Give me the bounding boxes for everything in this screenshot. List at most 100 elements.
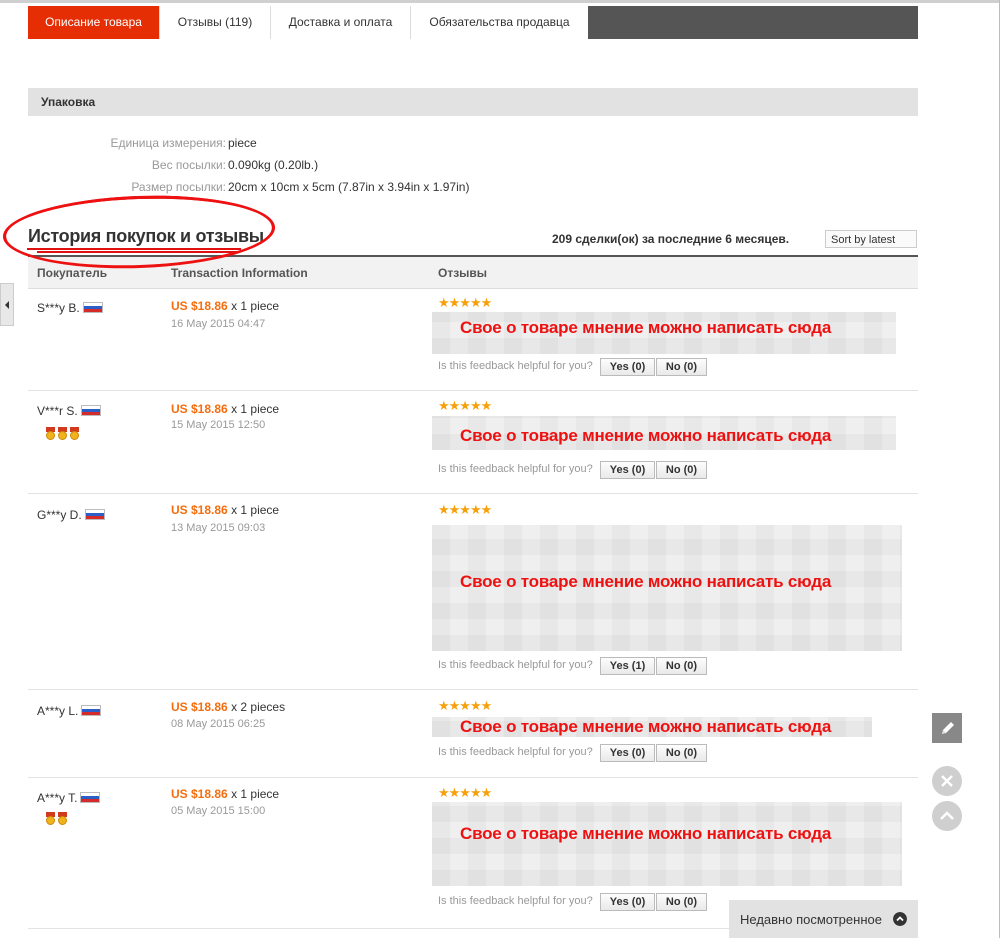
- annotation-text: Свое о товаре мнение можно написать сюда: [460, 572, 832, 591]
- top-border: [0, 0, 1000, 3]
- transaction-date: 13 May 2015 09:03: [171, 522, 266, 534]
- no-button[interactable]: No (0): [656, 461, 707, 479]
- buyer-medals: [45, 812, 69, 828]
- rating-stars: ★★★★★: [438, 398, 492, 413]
- review-row: G***y D. US $18.86 x 1 piece 13 May 2015…: [28, 494, 918, 690]
- transaction-date: 08 May 2015 06:25: [171, 718, 266, 730]
- flag-icon: [80, 405, 101, 416]
- spec-row-weight: Вес посылки: 0.090kg (0.20lb.): [28, 158, 728, 176]
- recently-viewed-label: Недавно посмотренное: [740, 912, 882, 927]
- scroll-top-button[interactable]: [932, 801, 962, 831]
- spec-row-unit: Единица измерения: piece: [28, 136, 728, 154]
- buyer-name: A***y L.: [37, 704, 102, 718]
- column-transaction: Transaction Information: [171, 266, 308, 280]
- column-buyer: Покупатель: [37, 266, 108, 280]
- yes-button[interactable]: Yes (0): [600, 358, 655, 376]
- quantity: x 1 piece: [231, 503, 280, 517]
- buyer-name: V***r S.: [37, 404, 101, 418]
- rating-stars: ★★★★★: [438, 698, 492, 713]
- transaction-price: US $18.86 x 1 piece: [171, 503, 279, 517]
- quantity: x 1 piece: [231, 787, 280, 801]
- buyer-medals: [45, 427, 81, 443]
- flag-icon: [81, 705, 102, 716]
- spec-label: Вес посылки:: [151, 158, 226, 172]
- rating-stars: ★★★★★: [438, 295, 492, 310]
- rating-stars: ★★★★★: [438, 502, 492, 517]
- flag-icon: [84, 509, 105, 520]
- quantity: x 1 piece: [231, 299, 280, 313]
- medal-icon: [69, 427, 80, 440]
- yes-button[interactable]: Yes (0): [600, 461, 655, 479]
- buyer-name: S***y B.: [37, 301, 103, 315]
- quantity: x 1 piece: [231, 402, 280, 416]
- buyer-name: G***y D.: [37, 508, 105, 522]
- yes-button[interactable]: Yes (0): [600, 744, 655, 762]
- price-value: US $18.86: [171, 503, 228, 517]
- annotation-text: Свое о товаре мнение можно написать сюда: [460, 717, 832, 736]
- no-button[interactable]: No (0): [656, 893, 707, 911]
- transaction-date: 05 May 2015 15:00: [171, 805, 266, 817]
- helpful-question: Is this feedback helpful for you?: [438, 659, 593, 671]
- transaction-price: US $18.86 x 2 pieces: [171, 700, 285, 714]
- buyer-name: A***y T.: [37, 791, 101, 805]
- price-value: US $18.86: [171, 787, 228, 801]
- quantity: x 2 pieces: [231, 700, 286, 714]
- tab-reviews[interactable]: Отзывы (119): [160, 6, 271, 39]
- chevron-up-icon: [940, 811, 954, 820]
- packaging-title: Упаковка: [41, 95, 96, 109]
- recently-viewed-bar[interactable]: Недавно посмотренное: [729, 900, 918, 938]
- spec-value: 0.090kg (0.20lb.): [228, 158, 319, 172]
- helpful-question: Is this feedback helpful for you?: [438, 463, 593, 475]
- no-button[interactable]: No (0): [656, 657, 707, 675]
- packaging-header: Упаковка: [28, 88, 918, 116]
- spec-value: piece: [228, 136, 257, 150]
- spec-label: Единица измерения:: [110, 136, 226, 150]
- medal-icon: [57, 812, 68, 825]
- tab-shipping[interactable]: Доставка и оплата: [271, 6, 411, 39]
- buyer-label: A***y L.: [37, 704, 79, 718]
- sort-label: Sort by latest: [831, 234, 896, 246]
- close-button[interactable]: [932, 766, 962, 796]
- spec-label: Размер посылки:: [131, 180, 226, 194]
- transaction-date: 15 May 2015 12:50: [171, 419, 266, 431]
- sort-button[interactable]: Sort by latest: [825, 230, 917, 248]
- review-row: V***r S. US $18.86 x 1 piece 15 May 2015…: [28, 391, 918, 494]
- yes-button[interactable]: Yes (1): [600, 657, 655, 675]
- annotation-text: Свое о товаре мнение можно написать сюда: [460, 426, 832, 445]
- annotation-text: Свое о товаре мнение можно написать сюда: [460, 318, 832, 337]
- tab-bar: Описание товара Отзывы (119) Доставка и …: [28, 6, 918, 39]
- transaction-price: US $18.86 x 1 piece: [171, 402, 279, 416]
- review-row: S***y B. US $18.86 x 1 piece 16 May 2015…: [28, 289, 918, 391]
- tab-seller-guarantees[interactable]: Обязательства продавца: [411, 6, 588, 39]
- column-feedback: Отзывы: [438, 266, 488, 280]
- flag-icon: [80, 792, 101, 803]
- blurred-feedback: [432, 802, 902, 886]
- buyer-label: A***y T.: [37, 791, 78, 805]
- medal-icon: [57, 427, 68, 440]
- helpful-question: Is this feedback helpful for you?: [438, 360, 593, 372]
- no-button[interactable]: No (0): [656, 358, 707, 376]
- buyer-label: V***r S.: [37, 404, 78, 418]
- collapse-handle[interactable]: [0, 283, 14, 326]
- medal-icon: [45, 427, 56, 440]
- no-button[interactable]: No (0): [656, 744, 707, 762]
- transaction-price: US $18.86 x 1 piece: [171, 299, 279, 313]
- transaction-date: 16 May 2015 04:47: [171, 318, 266, 330]
- transaction-price: US $18.86 x 1 piece: [171, 787, 279, 801]
- deals-count: 209 сделки(ок) за последние 6 месяцев.: [552, 232, 790, 246]
- helpful-question: Is this feedback helpful for you?: [438, 746, 593, 758]
- rating-stars: ★★★★★: [438, 785, 492, 800]
- pencil-icon: [942, 722, 954, 734]
- annotation-text: Свое о товаре мнение можно написать сюда: [460, 824, 832, 843]
- flag-icon: [82, 302, 103, 313]
- price-value: US $18.86: [171, 402, 228, 416]
- helpful-question: Is this feedback helpful for you?: [438, 895, 593, 907]
- tab-description[interactable]: Описание товара: [28, 6, 160, 39]
- close-icon: [941, 775, 953, 787]
- spec-value: 20cm x 10cm x 5cm (7.87in x 3.94in x 1.9…: [228, 180, 470, 194]
- buyer-label: S***y B.: [37, 301, 80, 315]
- write-review-button[interactable]: [932, 713, 962, 743]
- price-value: US $18.86: [171, 700, 228, 714]
- yes-button[interactable]: Yes (0): [600, 893, 655, 911]
- chevron-up-icon: [893, 912, 907, 926]
